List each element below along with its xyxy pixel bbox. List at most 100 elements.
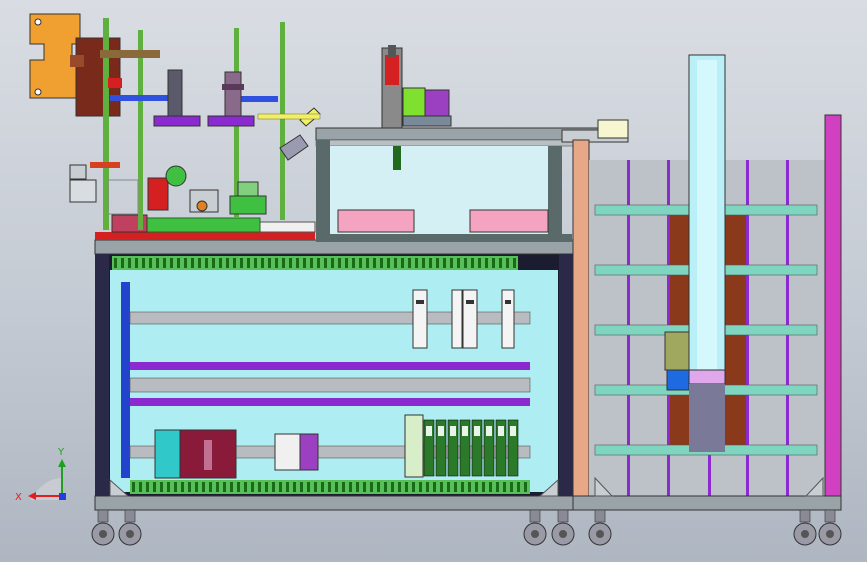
- terminal-tooth: [331, 258, 334, 268]
- caster-stem: [557, 509, 569, 523]
- terminal-tooth: [496, 482, 499, 492]
- table-surface-red: [95, 232, 315, 240]
- terminal-tooth: [289, 258, 292, 268]
- terminal-tooth: [170, 258, 173, 268]
- terminal-tooth: [293, 482, 296, 492]
- terminal-tooth: [307, 482, 310, 492]
- terminal-tooth: [237, 482, 240, 492]
- terminal-tooth: [321, 482, 324, 492]
- terminal-tooth: [317, 258, 320, 268]
- cabinet-left-post: [95, 254, 109, 496]
- terminal-tooth: [380, 258, 383, 268]
- slide-motor-red: [385, 55, 399, 85]
- terminal-tooth: [219, 258, 222, 268]
- terminal-tooth: [363, 482, 366, 492]
- terminal-tooth: [426, 482, 429, 492]
- din-rail-2: [129, 377, 531, 393]
- terminal-tooth: [506, 258, 509, 268]
- camera-lens-ring: [222, 84, 244, 90]
- terminal-tooth: [121, 258, 124, 268]
- pusher-rod: [393, 146, 401, 170]
- terminal-tooth: [352, 258, 355, 268]
- terminal-tooth: [114, 258, 117, 268]
- terminal-tooth: [461, 482, 464, 492]
- terminal-tooth: [247, 258, 250, 268]
- terminal-tooth: [198, 258, 201, 268]
- pink-tray-left: [337, 209, 415, 233]
- terminal-tooth: [265, 482, 268, 492]
- terminal-tooth: [230, 482, 233, 492]
- terminal-tooth: [349, 482, 352, 492]
- terminal-tooth: [212, 258, 215, 268]
- terminal-tooth: [195, 482, 198, 492]
- terminal-tooth: [377, 482, 380, 492]
- terminal-tooth: [174, 482, 177, 492]
- terminal-tooth: [146, 482, 149, 492]
- purple-plate: [207, 115, 255, 127]
- terminal-tooth: [468, 482, 471, 492]
- terminal-tooth: [279, 482, 282, 492]
- camera-lens: [224, 71, 242, 117]
- terminal-tooth: [160, 482, 163, 492]
- cad-viewport[interactable]: X Y: [0, 0, 867, 562]
- terminal-tooth: [482, 482, 485, 492]
- red-gripper: [147, 177, 169, 211]
- terminal-tooth: [475, 482, 478, 492]
- terminal-tooth: [419, 482, 422, 492]
- terminal-tooth: [149, 258, 152, 268]
- terminal-tooth: [412, 482, 415, 492]
- terminal-tooth: [275, 258, 278, 268]
- terminal-tooth: [324, 258, 327, 268]
- gantry-frame-base: [316, 234, 572, 242]
- terminal-tooth: [366, 258, 369, 268]
- terminal-tooth: [450, 258, 453, 268]
- terminal-tooth: [394, 258, 397, 268]
- terminal-tooth: [139, 482, 142, 492]
- terminal-tooth: [370, 482, 373, 492]
- terminal-tooth: [478, 258, 481, 268]
- io-module-purple: [299, 433, 319, 471]
- caster-stem: [799, 509, 811, 523]
- cabinet-top-beam: [94, 239, 574, 255]
- terminal-tooth: [454, 482, 457, 492]
- lift-carriage: [688, 369, 726, 385]
- y-axis-arrow: [58, 459, 66, 467]
- terminal-tooth: [223, 482, 226, 492]
- terminal-tooth: [471, 258, 474, 268]
- drive-module-label: [438, 426, 444, 436]
- terminal-tooth: [517, 482, 520, 492]
- terminal-tooth: [391, 482, 394, 492]
- caster-hub: [531, 530, 539, 538]
- drive-module-label: [426, 426, 432, 436]
- green-clamp: [229, 195, 267, 215]
- terminal-tooth: [244, 482, 247, 492]
- drive-module-label: [462, 426, 468, 436]
- caster-hub: [126, 530, 134, 538]
- drive-module-label: [498, 426, 504, 436]
- terminal-tooth: [489, 482, 492, 492]
- terminal-tooth: [422, 258, 425, 268]
- terminal-tooth: [503, 482, 506, 492]
- lift-column-inner: [697, 60, 717, 370]
- plc-module-cyan: [154, 429, 181, 479]
- servo-drive: [412, 289, 428, 349]
- gantry-top-beam-lower: [315, 139, 577, 147]
- wire-duct-vertical: [121, 282, 130, 478]
- sensor-block: [69, 179, 97, 203]
- coordinate-triad: X Y: [15, 447, 66, 503]
- terminal-tooth: [167, 482, 170, 492]
- terminal-tooth: [254, 258, 257, 268]
- lift-carriage-blue: [666, 369, 690, 391]
- camera-body-purple: [424, 89, 450, 117]
- terminal-tooth: [135, 258, 138, 268]
- terminal-tooth: [181, 482, 184, 492]
- left-cabinet: [94, 239, 574, 511]
- terminal-tooth: [443, 258, 446, 268]
- servo-drive: [462, 289, 478, 349]
- drive-module-label: [474, 426, 480, 436]
- terminal-tooth: [405, 482, 408, 492]
- terminal-tooth: [510, 482, 513, 492]
- terminal-tooth: [258, 482, 261, 492]
- terminal-tooth: [300, 482, 303, 492]
- camera-mount-plate: [402, 115, 452, 127]
